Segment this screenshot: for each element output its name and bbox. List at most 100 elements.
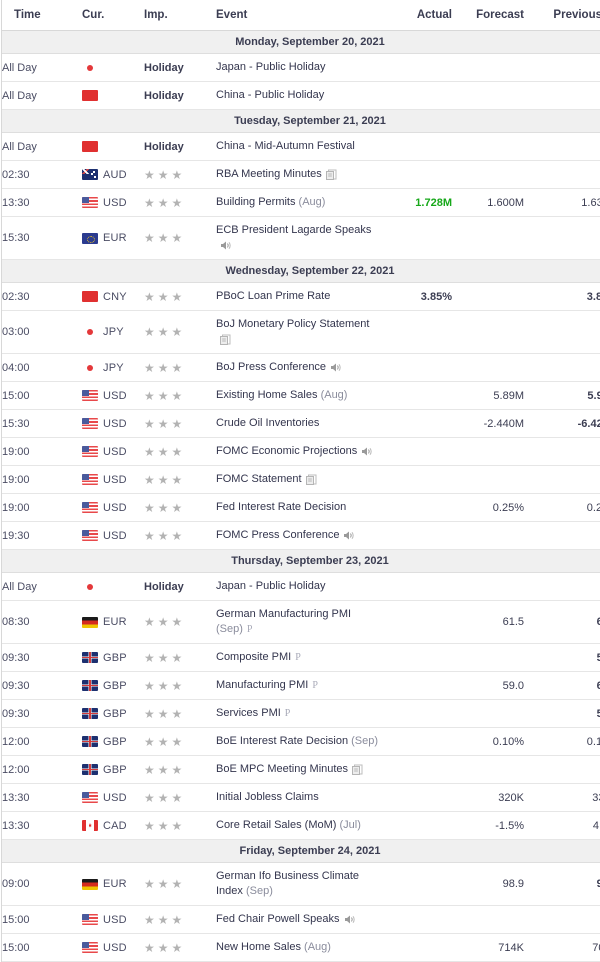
importance-stars[interactable]: ★ ★ ★: [144, 326, 185, 338]
event-name[interactable]: BoE Interest Rate Decision: [216, 735, 348, 747]
table-row[interactable]: 15:00 USD ★ ★ ★ Fed Chair Powell Speaks: [2, 905, 600, 934]
importance-stars[interactable]: ★ ★ ★: [144, 708, 185, 720]
event-name[interactable]: Crude Oil Inventories: [216, 417, 319, 429]
table-row[interactable]: 15:00 USD ★ ★ ★ Existing Home Sales (Aug) 5.89…: [2, 381, 600, 410]
table-row[interactable]: 09:30GBP★★★Composite PMIP54.8: [2, 643, 600, 672]
speaker-icon[interactable]: [220, 240, 232, 251]
importance-stars[interactable]: ★ ★ ★: [144, 390, 185, 402]
table-row[interactable]: 02:30 AUD ★ ★ ★ RBA Meeting Minutes: [2, 160, 600, 189]
importance-stars[interactable]: ★ ★ ★: [144, 680, 185, 692]
event-name[interactable]: FOMC Economic Projections: [216, 445, 357, 457]
importance-stars[interactable]: ★ ★ ★: [144, 197, 185, 209]
column-header-previous[interactable]: Previous: [524, 0, 600, 31]
document-icon[interactable]: [352, 764, 363, 775]
importance-stars[interactable]: ★ ★ ★: [144, 530, 185, 542]
event-name[interactable]: Manufacturing PMI: [216, 679, 308, 691]
importance-stars[interactable]: ★ ★ ★: [144, 878, 185, 890]
flag-icon-jp: [82, 326, 98, 338]
event-name[interactable]: Fed Interest Rate Decision: [216, 501, 346, 513]
importance-stars[interactable]: ★ ★ ★: [144, 502, 185, 514]
event-name[interactable]: BoJ Monetary Policy Statement: [216, 318, 369, 330]
table-row[interactable]: 13:30USD★★★Initial Jobless Claims320K332…: [2, 783, 600, 812]
event-name[interactable]: German Ifo Business Climate Index: [216, 870, 359, 897]
document-icon[interactable]: [305, 474, 317, 485]
importance-stars[interactable]: ★ ★ ★: [144, 736, 185, 748]
preliminary-marker: P: [284, 708, 291, 719]
cell-time: 15:00: [2, 933, 82, 962]
speaker-icon[interactable]: [361, 446, 373, 457]
table-row[interactable]: 09:30GBP★★★Services PMIP55.0: [2, 699, 600, 728]
event-name[interactable]: Building Permits: [216, 196, 295, 208]
event-name[interactable]: BoJ Press Conference: [216, 361, 326, 373]
column-header-time[interactable]: Time: [2, 0, 82, 31]
importance-stars[interactable]: ★ ★ ★: [144, 474, 185, 486]
event-name[interactable]: Initial Jobless Claims: [216, 791, 319, 803]
event-name[interactable]: China - Mid-Autumn Festival: [216, 140, 355, 152]
importance-stars[interactable]: ★ ★ ★: [144, 418, 185, 430]
event-name[interactable]: PBoC Loan Prime Rate: [216, 290, 330, 302]
table-row[interactable]: All Day Holiday Japan - Public Holiday: [2, 53, 600, 82]
column-header-importance[interactable]: Imp.: [144, 0, 216, 31]
currency-code: USD: [103, 473, 127, 486]
column-header-event[interactable]: Event: [216, 0, 388, 31]
table-row[interactable]: 19:00 USD ★ ★ ★ FOMC Statement: [2, 465, 600, 494]
importance-stars[interactable]: ★ ★ ★: [144, 291, 185, 303]
importance-stars[interactable]: ★ ★ ★: [144, 914, 185, 926]
star-icon: ★: [157, 500, 169, 515]
event-name[interactable]: Japan - Public Holiday: [216, 61, 325, 73]
importance-stars[interactable]: ★ ★ ★: [144, 232, 185, 244]
cell-previous: [524, 572, 600, 601]
event-name[interactable]: China - Public Holiday: [216, 89, 324, 101]
table-row[interactable]: 08:30 EUR ★ ★ ★ German Manufacturing PMI (Sep…: [2, 600, 600, 644]
table-row[interactable]: All Day Holiday Japan - Public Holiday: [2, 572, 600, 601]
column-header-actual[interactable]: Actual: [388, 0, 452, 31]
table-row[interactable]: 12:00 GBP ★ ★ ★ BoE MPC Meeting Minutes: [2, 755, 600, 784]
table-row[interactable]: All Day Holiday China - Public Holiday: [2, 81, 600, 110]
event-name[interactable]: RBA Meeting Minutes: [216, 168, 322, 180]
table-row[interactable]: 09:30GBP★★★Manufacturing PMIP59.060.3: [2, 671, 600, 700]
table-row[interactable]: 02:30CNY★★★PBoC Loan Prime Rate3.85%3.85…: [2, 282, 600, 311]
importance-stars[interactable]: ★ ★ ★: [144, 446, 185, 458]
event-name[interactable]: FOMC Press Conference: [216, 529, 339, 541]
event-name[interactable]: Fed Chair Powell Speaks: [216, 913, 340, 925]
speaker-icon[interactable]: [330, 362, 342, 373]
table-row[interactable]: 19:00 USD ★ ★ ★ Fed Interest Rate Decision 0.2…: [2, 493, 600, 522]
event-name[interactable]: Services PMI: [216, 707, 281, 719]
event-name[interactable]: Core Retail Sales (MoM): [216, 819, 336, 831]
document-icon[interactable]: [220, 334, 231, 345]
document-icon[interactable]: [325, 169, 337, 180]
table-row[interactable]: 09:00 EUR ★ ★ ★ German Ifo Business Climate I…: [2, 862, 600, 906]
table-row[interactable]: 19:00 USD ★ ★ ★ FOMC Economic Projections: [2, 437, 600, 466]
column-header-forecast[interactable]: Forecast: [452, 0, 524, 31]
table-row[interactable]: 03:00 JPY ★ ★ ★ BoJ Monetary Policy Statement: [2, 310, 600, 354]
star-icon: ★: [171, 678, 183, 693]
table-row[interactable]: 19:30 USD ★ ★ ★ FOMC Press Conference: [2, 521, 600, 550]
event-name[interactable]: Existing Home Sales: [216, 389, 318, 401]
event-name[interactable]: ECB President Lagarde Speaks: [216, 224, 371, 236]
table-row[interactable]: 15:00USD★★★New Home Sales (Aug)714K708K: [2, 933, 600, 962]
table-row[interactable]: 15:30 EUR ★ ★ ★ ECB President Lagarde Speaks: [2, 216, 600, 260]
table-row[interactable]: 15:30 USD ★ ★ ★ Crude Oil Inventories -2.440M -…: [2, 409, 600, 438]
importance-stars[interactable]: ★ ★ ★: [144, 942, 185, 954]
table-row[interactable]: All Day Holiday China - Mid-Autumn Festiva…: [2, 132, 600, 161]
event-name[interactable]: BoE MPC Meeting Minutes: [216, 763, 348, 775]
column-header-currency[interactable]: Cur.: [82, 0, 144, 31]
table-row[interactable]: 12:00 GBP ★ ★ ★ BoE Interest Rate Decision (S…: [2, 727, 600, 756]
importance-stars[interactable]: ★ ★ ★: [144, 616, 185, 628]
event-name[interactable]: New Home Sales: [216, 941, 301, 953]
importance-stars[interactable]: ★ ★ ★: [144, 362, 185, 374]
speaker-icon[interactable]: [343, 530, 355, 541]
importance-stars[interactable]: ★ ★ ★: [144, 792, 185, 804]
importance-stars[interactable]: ★ ★ ★: [144, 764, 185, 776]
event-name[interactable]: Composite PMI: [216, 651, 291, 663]
table-row[interactable]: 13:30 USD ★ ★ ★ Building Permits (Aug) 1.728M 1…: [2, 188, 600, 217]
importance-stars[interactable]: ★ ★ ★: [144, 820, 185, 832]
event-name[interactable]: Japan - Public Holiday: [216, 580, 325, 592]
importance-stars[interactable]: ★ ★ ★: [144, 169, 185, 181]
importance-stars[interactable]: ★ ★ ★: [144, 652, 185, 664]
event-name[interactable]: FOMC Statement: [216, 473, 302, 485]
table-row[interactable]: 13:30 CAD ★ ★ ★ Core Retail Sales (MoM) (Jul)…: [2, 811, 600, 840]
speaker-icon[interactable]: [344, 914, 356, 925]
event-name[interactable]: German Manufacturing PMI: [216, 608, 351, 620]
table-row[interactable]: 04:00 JPY ★ ★ ★ BoJ Press Conference: [2, 353, 600, 382]
